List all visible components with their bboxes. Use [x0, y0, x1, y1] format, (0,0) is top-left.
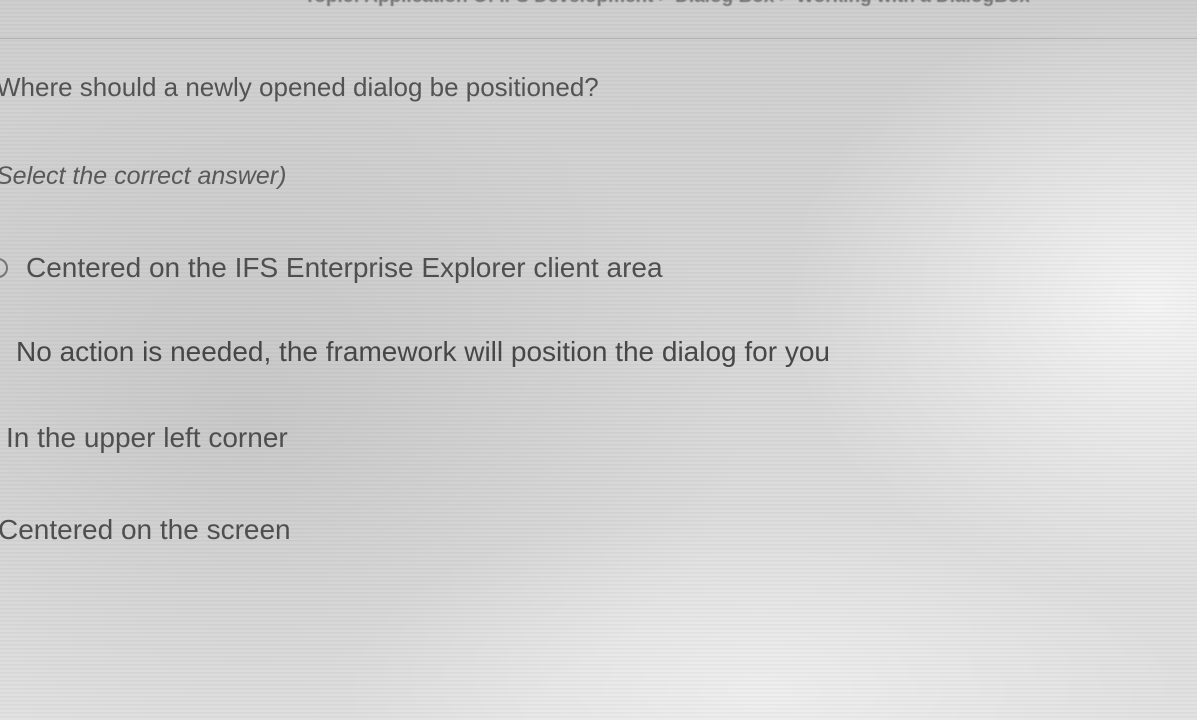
topic-breadcrumb: Topic: Application Of IFS Development > … — [0, 0, 1030, 8]
answer-option-label: Centered on the screen — [0, 514, 291, 545]
answer-option-label: Centered on the IFS Enterprise Explorer … — [26, 252, 663, 283]
screen: Topic: Application Of IFS Development > … — [0, 0, 1197, 720]
radio-button-icon[interactable] — [0, 258, 8, 278]
answer-option-2[interactable]: No action is needed, the framework will … — [16, 336, 830, 368]
answer-option-3[interactable]: In the upper left corner — [6, 422, 288, 454]
answer-option-label: In the upper left corner — [6, 422, 288, 453]
topic-header: Topic: Application Of IFS Development > … — [0, 0, 1197, 39]
answer-option-label: No action is needed, the framework will … — [16, 336, 830, 367]
answer-instruction: Select the correct answer) — [0, 162, 287, 190]
answer-option-4[interactable]: Centered on the screen — [0, 514, 291, 546]
question-text: Where should a newly opened dialog be po… — [0, 72, 599, 102]
answer-option-1[interactable]: Centered on the IFS Enterprise Explorer … — [0, 252, 663, 284]
